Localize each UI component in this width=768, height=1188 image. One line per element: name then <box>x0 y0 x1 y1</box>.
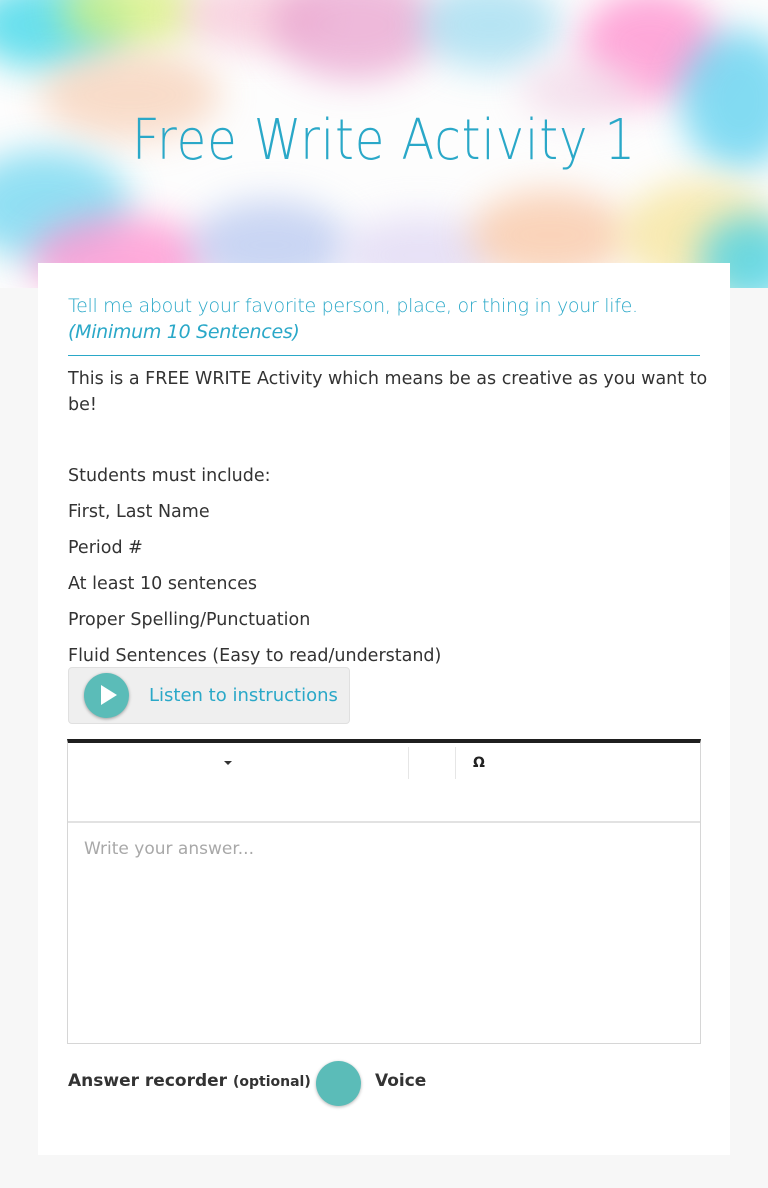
play-icon[interactable] <box>84 673 129 718</box>
caret-down-icon <box>224 761 232 765</box>
requirement-item: First, Last Name <box>68 502 210 522</box>
editor-toolbar: Ω <box>68 743 700 823</box>
voice-label: Voice <box>375 1071 427 1091</box>
question-text: Tell me about your favorite person, plac… <box>68 295 638 317</box>
page-title: Free Write Activity 1 <box>131 108 637 173</box>
requirement-item: Period # <box>68 538 143 558</box>
requirement-item: Proper Spelling/Punctuation <box>68 610 311 630</box>
recorder-title: Answer recorder <box>68 1071 228 1091</box>
special-character-button[interactable]: Ω <box>465 751 493 775</box>
requirements-heading: Students must include: <box>68 466 271 486</box>
format-dropdown[interactable] <box>68 743 238 781</box>
answer-input[interactable] <box>68 823 700 1055</box>
question-note: (Minimum 10 Sentences) <box>68 321 300 343</box>
watercolor-banner: Free Write Activity 1 <box>0 0 768 288</box>
answer-editor: Ω <box>67 739 701 1055</box>
record-voice-button[interactable] <box>316 1061 361 1106</box>
requirement-item: Fluid Sentences (Easy to read/understand… <box>68 646 442 666</box>
requirement-item: At least 10 sentences <box>68 574 258 594</box>
recorder-optional: (optional) <box>232 1074 311 1090</box>
listen-label: Listen to instructions <box>149 685 338 706</box>
recorder-label: Answer recorder (optional) - <box>68 1071 324 1091</box>
toolbar-divider <box>455 747 456 779</box>
toolbar-divider <box>408 747 409 779</box>
question-prompt: Tell me about your favorite person, plac… <box>68 293 700 345</box>
instructions: This is a FREE WRITE Activity which mean… <box>68 366 708 669</box>
answer-recorder: Answer recorder (optional) - Voice <box>68 1061 528 1107</box>
listen-to-instructions-button[interactable]: Listen to instructions <box>68 667 350 724</box>
prompt-divider <box>68 355 700 356</box>
instructions-intro: This is a FREE WRITE Activity which mean… <box>68 369 708 415</box>
activity-card: Tell me about your favorite person, plac… <box>38 263 730 1155</box>
